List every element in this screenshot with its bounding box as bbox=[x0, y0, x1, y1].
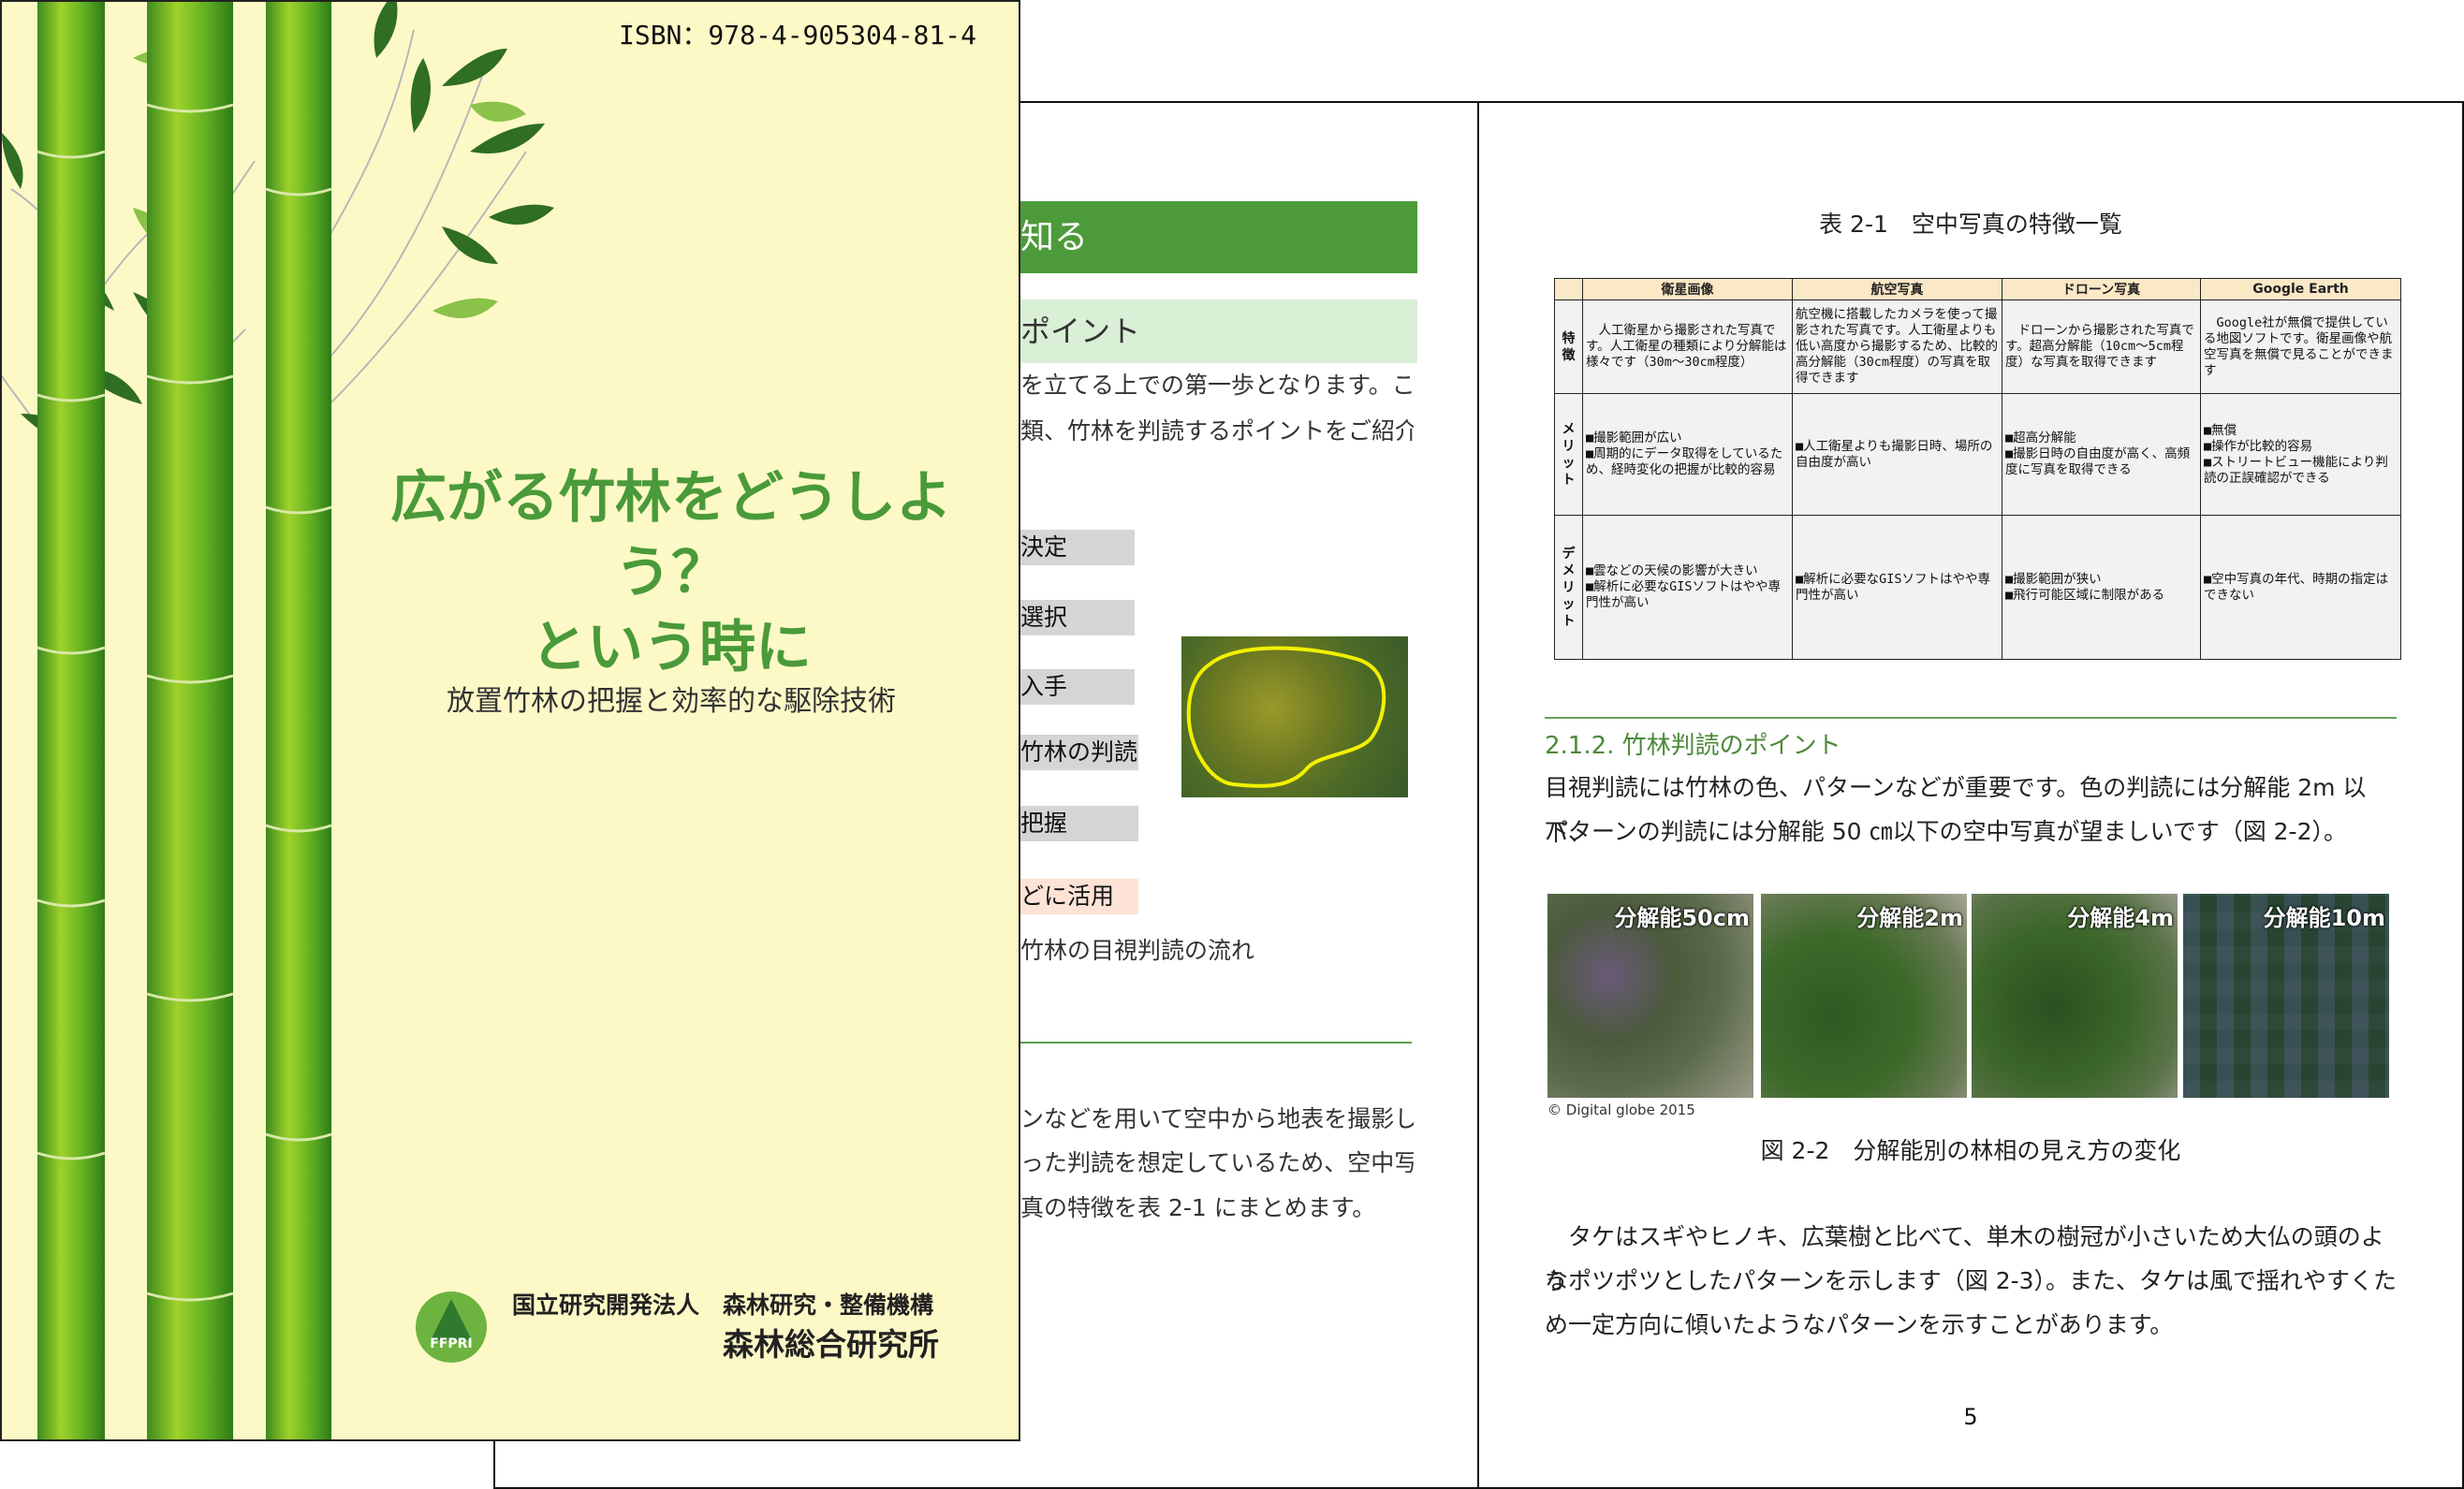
cover-subtitle: 放置竹林の把握と効率的な駆除技術 bbox=[447, 685, 896, 718]
column-header: ドローン写真 bbox=[2002, 278, 2201, 300]
table-cell: Google社が無償で提供している地図ソフトです。衛星画像や航空写真を無償で見る… bbox=[2200, 299, 2401, 394]
middle-text-line: を立てる上での第一歩となります。こ bbox=[1020, 372, 1414, 399]
middle-text-line: 類、竹林を判読するポイントをご紹介 bbox=[1020, 417, 1414, 445]
table-row: メ リ ッ ト ■撮影範囲が広い ■周期的にデータ取得をしているため、経時変化の… bbox=[1554, 393, 2401, 516]
logo-text: FFPRI bbox=[430, 1336, 473, 1351]
body-text-line: なポツポツとしたパターンを示します（図 2-3）。また、タケは風で揺れやすくた bbox=[1545, 1267, 2398, 1294]
resolution-image: 分解能10m bbox=[2183, 894, 2389, 1098]
bamboo-aerial-photo bbox=[1181, 636, 1408, 797]
table-row: 特 徴 人工衛星から撮影された写真です。人工衛星の種類により分解能は様々です（3… bbox=[1554, 299, 2401, 394]
flow-step: 決定 bbox=[1020, 530, 1135, 565]
flow-step: 選択 bbox=[1020, 600, 1135, 635]
table-cell: ■撮影範囲が狭い ■飛行可能区域に制限がある bbox=[2002, 515, 2201, 660]
middle-text-line: った判読を想定しているため、空中写 bbox=[1020, 1149, 1414, 1176]
body-text-line: め一定方向に傾いたようなパターンを示すことがあります。 bbox=[1545, 1311, 2174, 1338]
row-header: メ リ ッ ト bbox=[1554, 393, 1583, 516]
cover-title-line: という時に bbox=[531, 615, 812, 680]
section-divider bbox=[1545, 717, 2397, 719]
table-cell: 航空機に搭載したカメラを使って撮影された写真です。人工衛星よりも低い高度から撮影… bbox=[1792, 299, 2002, 394]
table-cell: 人工衛星から撮影された写真です。人工衛星の種類により分解能は様々です（30m～3… bbox=[1582, 299, 1793, 394]
table-cell: ドローンから撮影された写真です。超高分解能（10cm～5cm程度）な写真を取得で… bbox=[2002, 299, 2201, 394]
flow-caption: 竹林の目視判読の流れ bbox=[1020, 937, 1255, 964]
book-cover: ISBN：978-4-905304-81-4 広がる竹林をどうしよう？ という時… bbox=[0, 0, 1020, 1441]
middle-text-line: 真の特徴を表 2-1 にまとめます。 bbox=[1020, 1194, 1376, 1221]
resolution-label: 分解能2m bbox=[1856, 905, 1963, 931]
organization-line: 国立研究開発法人 森林研究・整備機構 bbox=[512, 1292, 934, 1319]
column-header: 衛星画像 bbox=[1582, 278, 1793, 300]
page-number: 5 bbox=[1963, 1404, 1978, 1430]
middle-text-line: ンなどを用いて空中から地表を撮影し bbox=[1020, 1105, 1414, 1132]
table-cell: ■無償 ■操作が比較的容易 ■ストリートビュー機能により判読の正誤確認ができる bbox=[2200, 393, 2401, 516]
resolution-label: 分解能10m bbox=[2263, 905, 2385, 931]
resolution-image: 分解能2m bbox=[1761, 894, 1967, 1098]
column-header: 航空写真 bbox=[1792, 278, 2002, 300]
table-row: デ メ リ ッ ト ■雲などの天候の影響が大きい ■解析に必要なGISソフトはや… bbox=[1554, 515, 2401, 660]
table-cell: ■人工衛星よりも撮影日時、場所の自由度が高い bbox=[1792, 393, 2002, 516]
resolution-image: 分解能50cm bbox=[1547, 894, 1753, 1098]
flow-step: 入手 bbox=[1020, 669, 1135, 705]
copyright-note: © Digital globe 2015 bbox=[1547, 1102, 1695, 1118]
resolution-label: 分解能4m bbox=[2067, 905, 2174, 931]
table-cell: ■解析に必要なGISソフトはやや専門性が高い bbox=[1792, 515, 2002, 660]
table-corner bbox=[1554, 278, 1583, 300]
flow-step: どに活用 bbox=[1020, 879, 1138, 914]
cover-title: 広がる竹林をどうしよう？ という時に bbox=[339, 460, 1004, 685]
feature-table: 衛星画像 航空写真 ドローン写真 Google Earth 特 徴 人工衛星から… bbox=[1554, 278, 2401, 660]
column-header: Google Earth bbox=[2200, 278, 2401, 300]
flow-step: 把握 bbox=[1020, 806, 1138, 841]
middle-page-subheader: ポイント bbox=[1020, 299, 1417, 363]
bamboo-illustration bbox=[2, 2, 554, 1439]
ffpri-logo: FFPRI bbox=[416, 1292, 487, 1363]
resolution-label: 分解能50cm bbox=[1614, 905, 1750, 931]
body-text-line: パターンの判読には分解能 50 ㎝以下の空中写真が望ましいです（図 2-2）。 bbox=[1545, 818, 2347, 845]
table-cell: ■雲などの天候の影響が大きい ■解析に必要なGISソフトはやや専門性が高い bbox=[1582, 515, 1793, 660]
flow-step: 竹林の判読 bbox=[1020, 735, 1138, 770]
table-cell: ■撮影範囲が広い ■周期的にデータ取得をしているため、経時変化の把握が比較的容易 bbox=[1582, 393, 1793, 516]
tree-icon bbox=[431, 1299, 472, 1340]
organization-name: 森林総合研究所 bbox=[723, 1326, 939, 1363]
table-cell: ■空中写真の年代、時期の指定はできない bbox=[2200, 515, 2401, 660]
isbn-label: ISBN：978-4-905304-81-4 bbox=[618, 20, 976, 51]
section-heading: 2.1.2. 竹林判読のポイント bbox=[1545, 732, 1841, 760]
figure-caption: 図 2-2 分解能別の林相の見え方の変化 bbox=[1760, 1137, 2181, 1164]
middle-page-header: 知る bbox=[1020, 201, 1417, 273]
table-header-row: 衛星画像 航空写真 ドローン写真 Google Earth bbox=[1554, 278, 2401, 300]
divider bbox=[1020, 1042, 1412, 1044]
resolution-image: 分解能4m bbox=[1972, 894, 2178, 1098]
table-cell: ■超高分解能 ■撮影日時の自由度が高く、高頻度に写真を取得できる bbox=[2002, 393, 2201, 516]
row-header: デ メ リ ッ ト bbox=[1554, 515, 1583, 660]
cover-title-line: 広がる竹林をどうしよう？ bbox=[390, 465, 952, 606]
table-caption: 表 2-1 空中写真の特徴一覧 bbox=[1819, 211, 2122, 238]
row-header: 特 徴 bbox=[1554, 299, 1583, 394]
